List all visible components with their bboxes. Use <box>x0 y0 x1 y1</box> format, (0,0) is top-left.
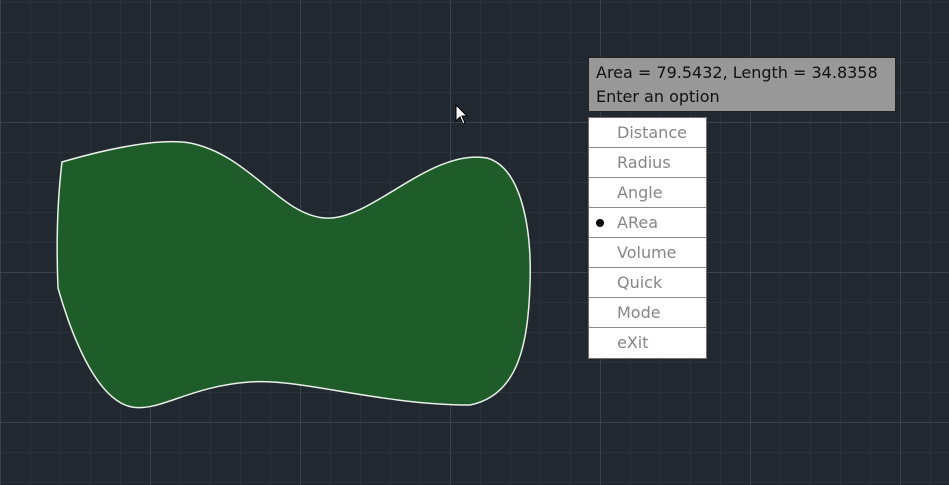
menu-item-label: Distance <box>617 123 687 142</box>
option-menu: Distance Radius Angle ARea Volume Quick … <box>588 117 707 359</box>
menu-item-label: ARea <box>617 213 658 232</box>
selected-bullet-icon <box>596 219 604 227</box>
menu-item-label: Angle <box>617 183 663 202</box>
mouse-pointer-icon <box>455 104 469 125</box>
menu-item-volume[interactable]: Volume <box>589 238 706 268</box>
area-length-readout: Area = 79.5432, Length = 34.8358 <box>596 63 878 82</box>
menu-item-label: Radius <box>617 153 671 172</box>
menu-item-angle[interactable]: Angle <box>589 178 706 208</box>
drawing-canvas[interactable]: Area = 79.5432, Length = 34.8358 Enter a… <box>0 0 949 485</box>
menu-item-quick[interactable]: Quick <box>589 268 706 298</box>
menu-item-label: eXit <box>617 333 649 352</box>
region-fill[interactable] <box>56 140 531 409</box>
prompt-text: Enter an option <box>596 87 720 106</box>
menu-item-radius[interactable]: Radius <box>589 148 706 178</box>
menu-item-area[interactable]: ARea <box>589 208 706 238</box>
menu-item-label: Mode <box>617 303 661 322</box>
menu-item-label: Volume <box>617 243 677 262</box>
measure-tooltip: Area = 79.5432, Length = 34.8358 Enter a… <box>588 57 896 112</box>
menu-item-mode[interactable]: Mode <box>589 298 706 328</box>
menu-item-distance[interactable]: Distance <box>589 118 706 148</box>
menu-item-label: Quick <box>617 273 663 292</box>
menu-item-exit[interactable]: eXit <box>589 328 706 358</box>
